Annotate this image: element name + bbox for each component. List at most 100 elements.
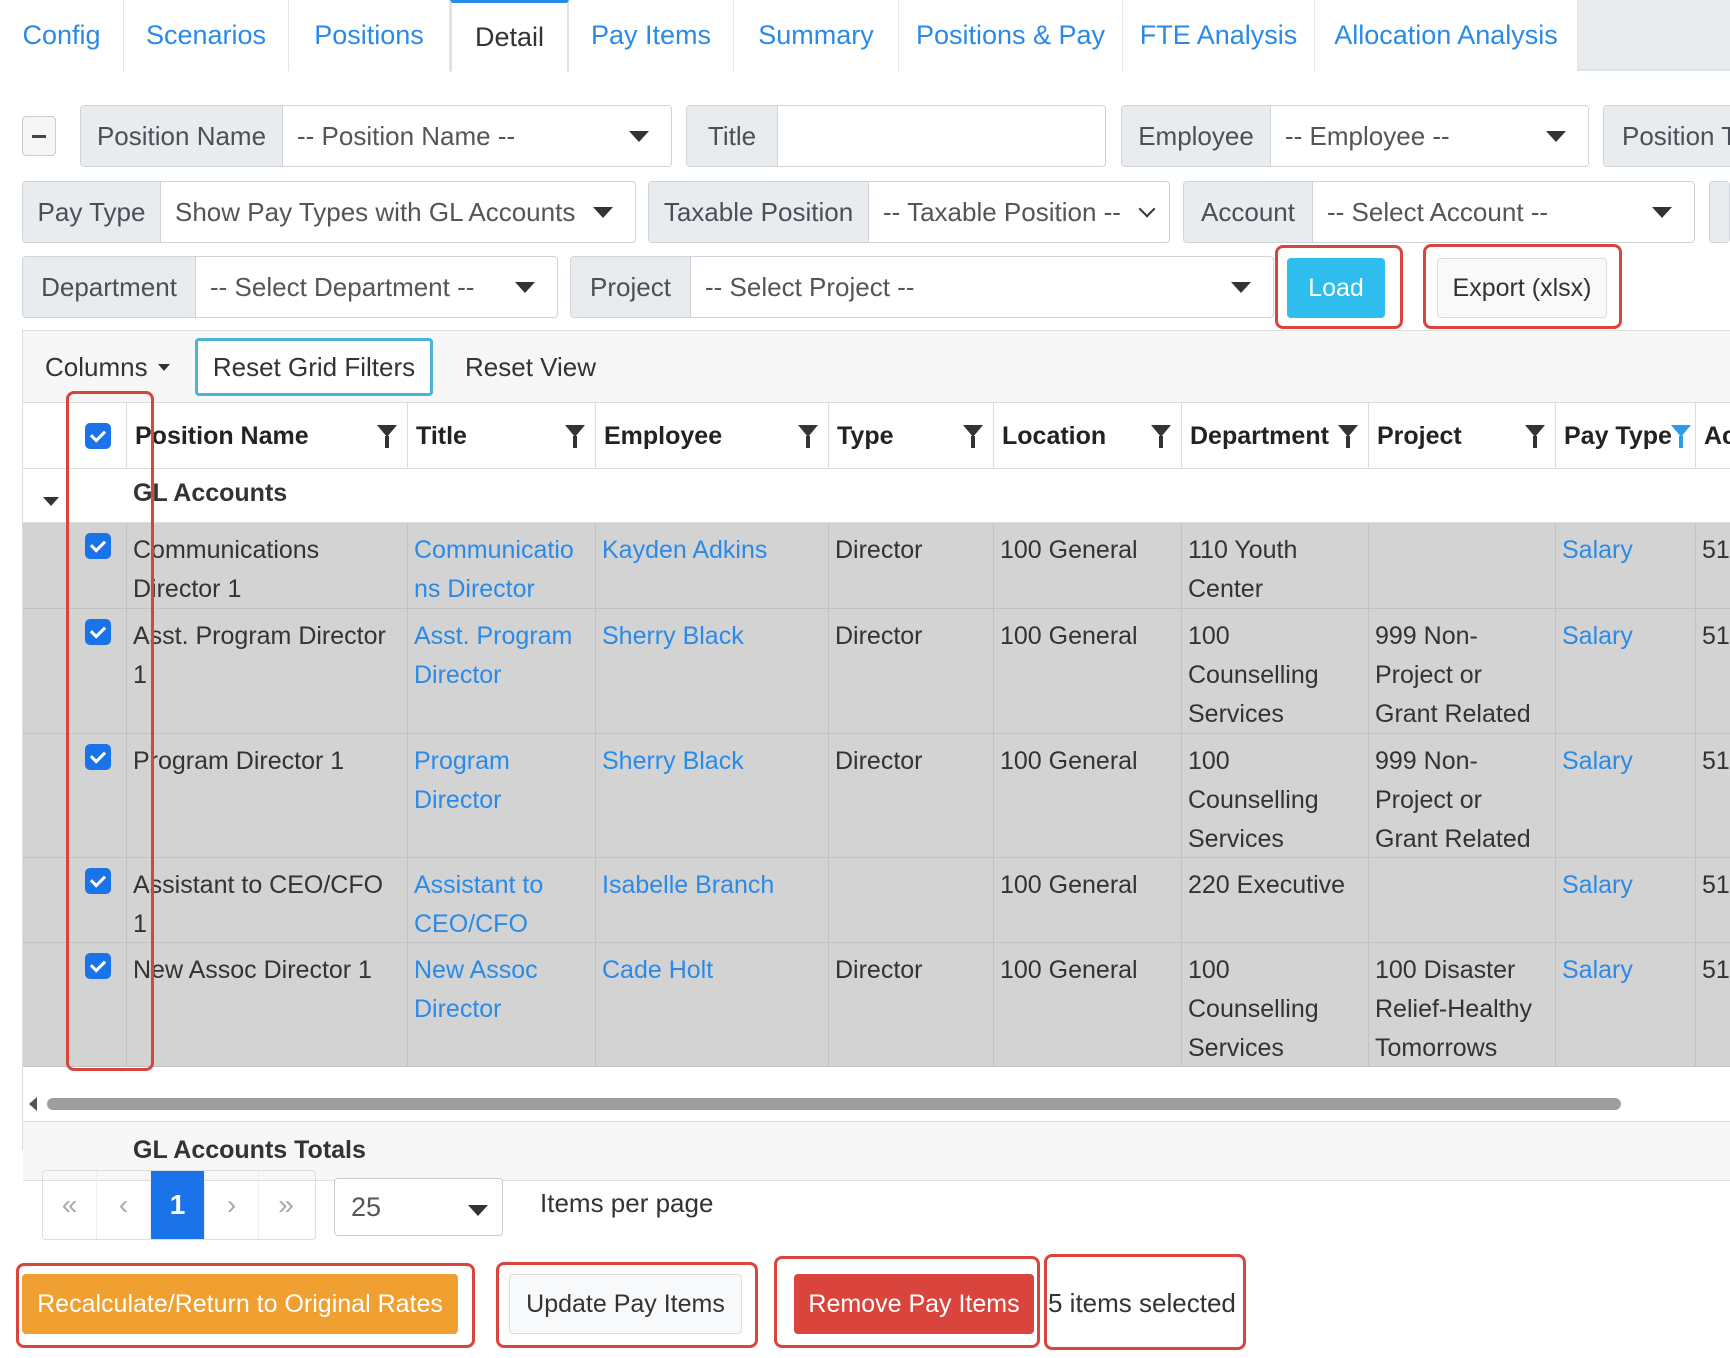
taxable-position-select[interactable]: -- Taxable Position -- <box>869 182 1169 242</box>
employee-link[interactable]: Isabelle Branch <box>596 858 829 942</box>
col-header-department[interactable]: Department <box>1182 403 1369 469</box>
scrollbar-thumb[interactable] <box>47 1098 1621 1110</box>
taxable-position-filter: Taxable Position -- Taxable Position -- <box>648 181 1170 243</box>
tab-scenarios[interactable]: Scenarios <box>124 0 289 71</box>
group-indent-cell <box>23 734 69 857</box>
recalculate-button[interactable]: Recalculate/Return to Original Rates <box>22 1274 458 1334</box>
col-header-location[interactable]: Location <box>994 403 1182 469</box>
filter-icon[interactable] <box>798 425 818 448</box>
title-link[interactable]: Communicatio ns Director <box>408 523 596 608</box>
department-cell: 100 Counselling Services <box>1182 609 1369 733</box>
title-link[interactable]: New Assoc Director <box>408 943 596 1066</box>
export-xlsx-button[interactable]: Export (xlsx) <box>1437 258 1607 318</box>
account-select[interactable]: -- Select Account -- <box>1313 182 1694 242</box>
employee-link[interactable]: Cade Holt <box>596 943 829 1066</box>
group-col-header <box>23 403 69 469</box>
header-label: Title <box>416 421 467 450</box>
project-cell <box>1369 858 1556 942</box>
load-button[interactable]: Load <box>1287 258 1385 318</box>
employee-link[interactable]: Sherry Black <box>596 609 829 733</box>
reset-grid-filters-button[interactable]: Reset Grid Filters <box>195 338 433 396</box>
department-filter: Department -- Select Department -- <box>22 256 558 318</box>
pay-type-link[interactable]: Salary <box>1556 734 1696 857</box>
row-checkbox[interactable] <box>84 533 111 559</box>
employee-select[interactable]: -- Employee -- <box>1271 106 1588 166</box>
columns-menu-button[interactable]: Columns <box>45 339 170 395</box>
totals-label: GL Accounts Totals <box>133 1136 366 1164</box>
row-checkbox[interactable] <box>84 744 111 770</box>
pay-type-select[interactable]: Show Pay Types with GL Accounts <box>161 182 635 242</box>
col-header-project[interactable]: Project <box>1369 403 1556 469</box>
tab-detail[interactable]: Detail <box>450 0 569 73</box>
tab-positions-pay[interactable]: Positions & Pay <box>899 0 1123 71</box>
col-header-title[interactable]: Title <box>408 403 596 469</box>
col-header-pay-type[interactable]: Pay Type <box>1556 403 1696 469</box>
filter-icon[interactable] <box>377 425 397 448</box>
row-checkbox[interactable] <box>84 868 111 894</box>
horizontal-scrollbar[interactable] <box>23 1087 1730 1121</box>
title-link[interactable]: Program Director <box>408 734 596 857</box>
scroll-left-icon[interactable] <box>29 1097 37 1111</box>
remove-pay-items-button[interactable]: Remove Pay Items <box>794 1274 1034 1334</box>
update-pay-items-button[interactable]: Update Pay Items <box>509 1274 742 1334</box>
pay-type-value: Show Pay Types with GL Accounts <box>175 196 576 227</box>
last-page-button[interactable]: » <box>259 1171 313 1239</box>
col-header-position-name[interactable]: Position Name <box>127 403 408 469</box>
table-row[interactable]: Communications Director 1 Communicatio n… <box>23 523 1730 609</box>
tab-fte-analysis[interactable]: FTE Analysis <box>1123 0 1315 71</box>
filter-icon[interactable] <box>1338 425 1358 448</box>
header-label: Location <box>1002 421 1107 450</box>
grid-toolbar: Columns Reset Grid Filters Reset View <box>23 331 1730 403</box>
collapse-group-icon[interactable] <box>43 497 59 506</box>
department-select[interactable]: -- Select Department -- <box>196 257 557 317</box>
filter-icon[interactable] <box>963 425 983 448</box>
prev-page-button[interactable]: ‹ <box>97 1171 151 1239</box>
table-row[interactable]: New Assoc Director 1 New Assoc Director … <box>23 943 1730 1067</box>
page-size-select[interactable]: 25 <box>334 1178 503 1236</box>
tab-summary[interactable]: Summary <box>734 0 899 71</box>
page-1-button[interactable]: 1 <box>151 1171 205 1239</box>
table-row[interactable]: Program Director 1 Program Director Sher… <box>23 734 1730 858</box>
table-row[interactable]: Asst. Program Director 1 Asst. Program D… <box>23 609 1730 734</box>
col-header-employee[interactable]: Employee <box>596 403 829 469</box>
filter-icon[interactable] <box>1151 425 1171 448</box>
tab-positions[interactable]: Positions <box>289 0 450 71</box>
title-link[interactable]: Asst. Program Director <box>408 609 596 733</box>
project-filter: Project -- Select Project -- <box>570 256 1274 318</box>
collapse-filters-button[interactable] <box>22 116 56 156</box>
row-checkbox[interactable] <box>84 619 111 645</box>
title-input[interactable] <box>778 106 1105 166</box>
title-label: Title <box>687 106 778 166</box>
next-page-button[interactable]: › <box>205 1171 259 1239</box>
tab-allocation-analysis[interactable]: Allocation Analysis <box>1315 0 1578 71</box>
row-select-cell <box>69 943 127 1066</box>
pay-type-link[interactable]: Salary <box>1556 858 1696 942</box>
col-header-type[interactable]: Type <box>829 403 994 469</box>
employee-link[interactable]: Sherry Black <box>596 734 829 857</box>
tab-bar-filler <box>1578 0 1730 69</box>
first-page-button[interactable]: « <box>43 1171 97 1239</box>
col-header-account[interactable]: Ac <box>1696 403 1730 469</box>
items-per-page-label: Items per page <box>540 1188 714 1218</box>
pay-type-link[interactable]: Salary <box>1556 523 1696 608</box>
department-label: Department <box>23 257 196 317</box>
table-row[interactable]: Assistant to CEO/CFO 1 Assistant to CEO/… <box>23 858 1730 943</box>
row-checkbox[interactable] <box>84 953 111 979</box>
title-link[interactable]: Assistant to CEO/CFO <box>408 858 596 942</box>
account-value: -- Select Account -- <box>1327 196 1549 227</box>
select-all-checkbox[interactable] <box>84 423 111 449</box>
filter-icon[interactable] <box>1525 425 1545 448</box>
employee-link[interactable]: Kayden Adkins <box>596 523 829 608</box>
filter-active-icon[interactable] <box>1671 425 1691 448</box>
filter-icon[interactable] <box>565 425 585 448</box>
position-name-select[interactable]: -- Position Name -- <box>283 106 671 166</box>
next-filter-edge <box>1709 181 1730 243</box>
title-filter: Title <box>686 105 1106 167</box>
tab-config[interactable]: Config <box>0 0 124 71</box>
reset-view-button[interactable]: Reset View <box>465 339 596 395</box>
pay-type-link[interactable]: Salary <box>1556 609 1696 733</box>
tab-pay-items[interactable]: Pay Items <box>569 0 734 71</box>
project-select[interactable]: -- Select Project -- <box>691 257 1273 317</box>
position-name-cell: Assistant to CEO/CFO 1 <box>127 858 408 942</box>
pay-type-link[interactable]: Salary <box>1556 943 1696 1066</box>
